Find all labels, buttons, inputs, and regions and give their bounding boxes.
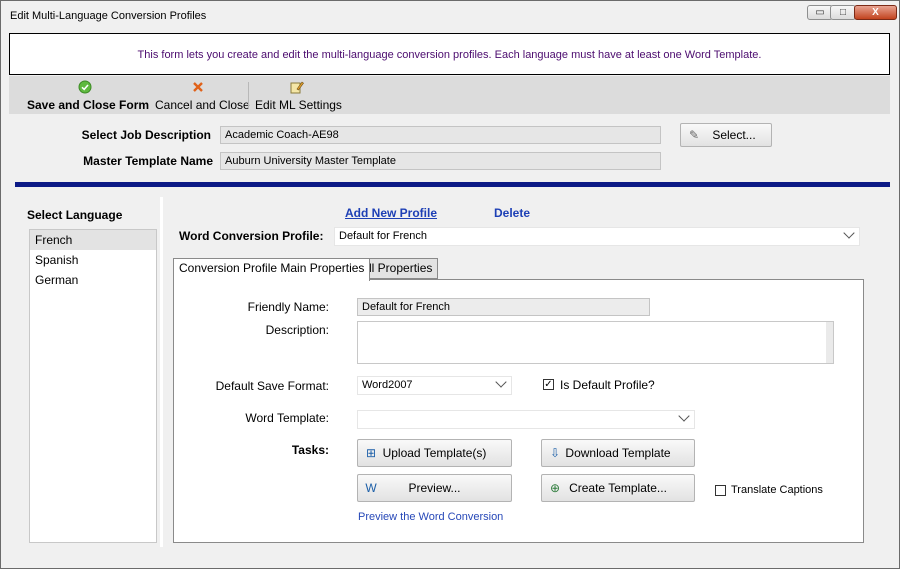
cancel-close-label: Cancel and Close	[155, 98, 250, 112]
job-description-field: Academic Coach-AE98	[220, 126, 661, 144]
preview-button[interactable]: W Preview...	[357, 474, 512, 502]
check-circle-icon	[78, 80, 92, 94]
save-format-value: Word2007	[362, 379, 413, 391]
upload-template-button[interactable]: ⊞ Upload Template(s)	[357, 439, 512, 467]
friendly-name-label: Friendly Name:	[247, 300, 329, 314]
is-default-checkbox[interactable]: ✓	[543, 379, 554, 390]
toolbar: Save and Close Form Cancel and Close Edi…	[9, 76, 890, 114]
language-item-french[interactable]: French	[30, 230, 156, 250]
select-job-button[interactable]: ✎ Select...	[680, 123, 772, 147]
download-template-label: Download Template	[565, 446, 671, 460]
job-description-label: Select Job Description	[81, 128, 211, 142]
save-close-button[interactable]: Save and Close Form	[27, 80, 150, 112]
download-template-button[interactable]: ⇩ Download Template	[541, 439, 695, 467]
description-scrollbar[interactable]	[826, 322, 833, 363]
preview-label: Preview...	[408, 481, 461, 495]
language-item-german[interactable]: German	[30, 270, 156, 290]
profile-select-value: Default for French	[339, 230, 428, 242]
edit-ml-label: Edit ML Settings	[255, 98, 342, 112]
language-list[interactable]: French Spanish German	[29, 229, 157, 543]
delete-profile-link[interactable]: Delete	[494, 206, 530, 220]
tasks-label: Tasks:	[291, 443, 329, 457]
upload-icon: ⊞	[365, 446, 377, 460]
translate-captions-checkbox[interactable]	[715, 485, 726, 496]
select-icon: ✎	[689, 128, 700, 142]
select-language-label: Select Language	[27, 208, 123, 222]
add-new-profile-link[interactable]: Add New Profile	[345, 206, 437, 220]
word-document-icon: W	[365, 481, 377, 495]
x-icon	[191, 80, 205, 94]
master-template-field: Auburn University Master Template	[220, 152, 661, 170]
toolbar-divider	[248, 82, 249, 108]
word-conversion-profile-label: Word Conversion Profile:	[179, 229, 324, 243]
create-template-button[interactable]: ⊕ Create Template...	[541, 474, 695, 502]
save-format-select[interactable]: Word2007	[357, 376, 512, 395]
cancel-close-button[interactable]: Cancel and Close	[155, 80, 250, 112]
word-template-select[interactable]	[357, 410, 695, 429]
tab-main-properties[interactable]: Conversion Profile Main Properties	[173, 258, 371, 281]
edit-settings-icon	[290, 80, 304, 94]
description-label: Description:	[265, 323, 329, 337]
description-textarea[interactable]	[357, 321, 834, 364]
friendly-name-field[interactable]: Default for French	[357, 298, 650, 316]
info-banner: This form lets you create and edit the m…	[9, 33, 890, 75]
edit-ml-settings-button[interactable]: Edit ML Settings	[255, 80, 342, 112]
create-template-label: Create Template...	[569, 481, 667, 495]
chevron-down-icon	[495, 376, 507, 388]
save-close-label: Save and Close Form	[27, 98, 150, 112]
word-conversion-profile-select[interactable]: Default for French	[334, 227, 860, 246]
word-template-label: Word Template:	[245, 411, 329, 425]
maximize-icon: □	[839, 7, 847, 18]
minimize-icon: ▭	[815, 7, 825, 18]
section-divider	[15, 182, 890, 187]
title-bar: Edit Multi-Language Conversion Profiles …	[1, 1, 899, 31]
upload-template-label: Upload Template(s)	[382, 446, 487, 460]
master-template-label: Master Template Name	[83, 154, 213, 168]
chevron-down-icon	[843, 227, 855, 239]
is-default-label: Is Default Profile?	[560, 378, 655, 392]
maximize-button[interactable]: □	[830, 5, 856, 20]
select-job-label: Select...	[712, 128, 756, 142]
translate-captions-label: Translate Captions	[731, 484, 823, 496]
chevron-down-icon	[678, 410, 690, 422]
create-template-icon: ⊕	[549, 481, 561, 495]
default-save-format-label: Default Save Format:	[215, 379, 329, 393]
window-title: Edit Multi-Language Conversion Profiles	[10, 10, 207, 22]
preview-word-conversion-link[interactable]: Preview the Word Conversion	[358, 511, 503, 523]
download-icon: ⇩	[549, 446, 561, 460]
dialog-window: Edit Multi-Language Conversion Profiles …	[0, 0, 900, 569]
language-item-spanish[interactable]: Spanish	[30, 250, 156, 270]
close-button[interactable]: X	[854, 5, 897, 20]
pane-divider	[160, 197, 163, 547]
close-icon: X	[872, 7, 879, 18]
